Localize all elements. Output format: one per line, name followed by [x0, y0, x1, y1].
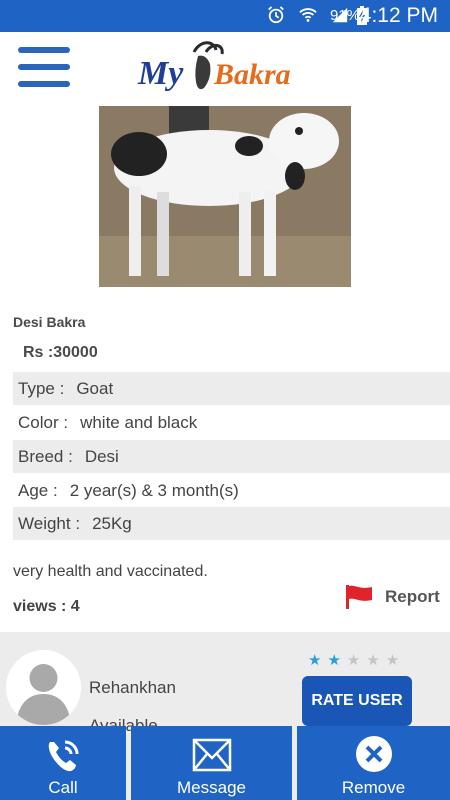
attribute-breed: Breed : Desi	[13, 440, 450, 473]
listing-title: Desi Bakra	[13, 314, 86, 330]
attribute-weight: Weight : 25Kg	[13, 507, 450, 540]
logo-bakra-text: Bakra	[213, 58, 291, 91]
star-filled-icon: ★	[327, 652, 341, 669]
flag-icon	[346, 585, 372, 609]
listing-price: Rs :30000	[23, 344, 98, 361]
attribute-value: 25Kg	[92, 513, 132, 533]
star-empty-icon: ★	[385, 652, 400, 669]
attribute-type: Type : Goat	[13, 372, 450, 405]
seller-rating-stars: ★ ★ ★ ★ ★	[308, 651, 399, 669]
close-circle-icon	[355, 736, 392, 772]
attribute-color: Color : white and black	[13, 406, 450, 439]
listing-description: very health and vaccinated.	[13, 563, 208, 580]
app-logo: My Bakra	[136, 38, 306, 102]
report-label: Report	[385, 587, 440, 606]
attribute-label: Type :	[18, 378, 65, 398]
attribute-label: Breed :	[18, 446, 73, 466]
star-filled-icon: ★	[308, 652, 322, 669]
bottom-action-bar: Call Message Remove	[0, 726, 450, 800]
report-button[interactable]: Report	[345, 582, 445, 612]
attribute-value: white and black	[80, 412, 198, 432]
remove-button[interactable]: Remove	[297, 726, 450, 800]
call-button[interactable]: Call	[0, 726, 126, 800]
alarm-icon	[268, 6, 284, 24]
status-bar: 91% 4:12 PM	[0, 0, 450, 32]
call-label: Call	[48, 778, 78, 797]
user-placeholder-icon	[16, 664, 71, 725]
hamburger-menu-icon[interactable]	[18, 45, 72, 89]
remove-label: Remove	[341, 778, 406, 797]
seller-name: Rehankhan	[89, 678, 176, 697]
wifi-icon	[299, 8, 317, 22]
attribute-value: Desi	[84, 446, 119, 466]
view-count: views : 4	[13, 598, 80, 615]
envelope-icon	[192, 738, 231, 772]
app-header: My Bakra	[0, 32, 450, 106]
message-button[interactable]: Message	[131, 726, 292, 800]
listing-photo[interactable]	[99, 106, 351, 287]
message-label: Message	[177, 778, 246, 797]
attribute-label: Age :	[18, 480, 58, 500]
logo-my-text: My	[137, 55, 184, 92]
phone-icon	[48, 740, 79, 772]
clock-time: 4:12 PM	[359, 4, 438, 27]
star-empty-icon: ★	[346, 652, 361, 669]
attribute-label: Color :	[18, 412, 69, 432]
attribute-age: Age : 2 year(s) & 3 month(s)	[13, 474, 450, 507]
attribute-label: Weight :	[18, 513, 81, 533]
attribute-value: 2 year(s) & 3 month(s)	[69, 480, 239, 500]
star-empty-icon: ★	[366, 652, 380, 669]
attribute-value: Goat	[76, 378, 114, 398]
rate-user-button[interactable]: RATE USER	[302, 676, 412, 726]
avatar	[6, 650, 81, 725]
